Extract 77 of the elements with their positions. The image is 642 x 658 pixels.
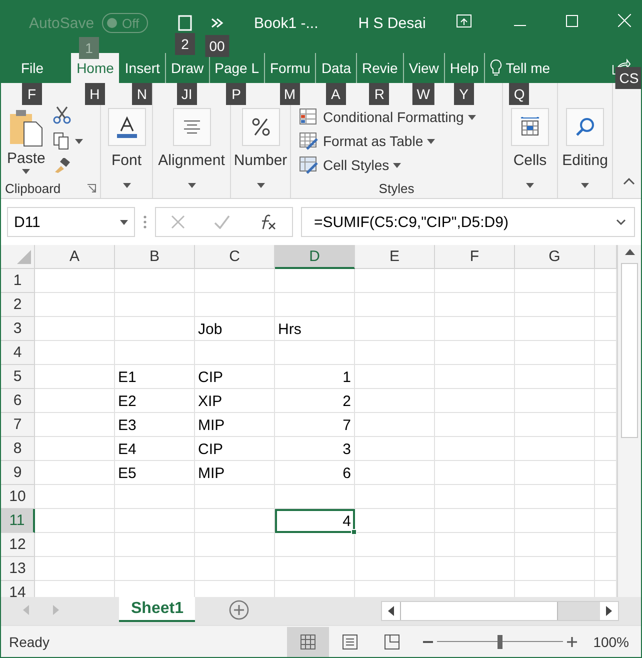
table-cell: 2	[275, 389, 355, 413]
key-tip: A	[326, 83, 346, 105]
row-header[interactable]: 7	[1, 413, 35, 437]
formula-field[interactable]: =SUMIF(C5:C9,"CIP",D5:D9)	[301, 207, 635, 237]
table-cell: XIP	[195, 389, 275, 413]
key-tip: H	[84, 83, 105, 105]
table-cell: Job	[195, 317, 275, 341]
key-tip: 00	[205, 35, 229, 57]
column-header[interactable]: A	[35, 245, 115, 269]
paste-button[interactable]: Paste	[5, 106, 48, 176]
table-cell: E1	[115, 365, 195, 389]
key-tip: M	[280, 83, 300, 105]
ribbon-button[interactable]: Editing	[560, 106, 610, 194]
table-cell: E3	[115, 413, 195, 437]
group-label: Clipboard	[5, 181, 61, 196]
table-cell: E2	[115, 389, 195, 413]
row-header[interactable]: 2	[1, 293, 35, 317]
key-tip: Q	[509, 83, 530, 105]
row-header[interactable]: 6	[1, 389, 35, 413]
formula-text: =SUMIF(C5:C9,"CIP",D5:D9)	[314, 214, 508, 230]
row-header[interactable]: 9	[1, 461, 35, 485]
style-menu-button[interactable]: Format as Table	[297, 130, 498, 152]
table-cell: 6	[275, 461, 355, 485]
key-tip: Y	[454, 83, 474, 105]
status-text: Ready	[9, 634, 50, 650]
key-tip: P	[226, 83, 246, 105]
table-cell: CIP	[195, 437, 275, 461]
column-header[interactable]: G	[515, 245, 595, 269]
row-header[interactable]: 3	[1, 317, 35, 341]
row-header[interactable]: 14	[1, 581, 35, 597]
table-cell: MIP	[195, 413, 275, 437]
key-tip: CS	[615, 67, 641, 89]
row-header[interactable]: 13	[1, 557, 35, 581]
table-cell: 3	[275, 437, 355, 461]
column-header[interactable]: E	[355, 245, 435, 269]
sheet-tab[interactable]: Sheet1	[119, 597, 196, 622]
row-header[interactable]: 10	[1, 485, 35, 509]
group-label: Styles	[378, 181, 414, 196]
user-name: H S Desai	[358, 14, 426, 32]
key-tip: 1	[79, 37, 99, 59]
table-cell: Hrs	[275, 317, 355, 341]
active-cell: 4	[275, 509, 355, 533]
table-cell: MIP	[195, 461, 275, 485]
ribbon-tab[interactable]: Insert	[118, 53, 165, 83]
column-header[interactable]: B	[115, 245, 195, 269]
row-header[interactable]: 4	[1, 341, 35, 365]
ribbon-button[interactable]: Cells	[509, 106, 551, 194]
key-tip: N	[132, 83, 152, 105]
key-tip: JI	[176, 83, 197, 105]
style-menu-button[interactable]: Cell Styles	[297, 154, 498, 176]
column-header[interactable]: F	[435, 245, 515, 269]
table-cell: 1	[275, 365, 355, 389]
key-tip: F	[22, 83, 42, 105]
table-cell: CIP	[195, 365, 275, 389]
row-header[interactable]: 8	[1, 437, 35, 461]
row-header[interactable]: 1	[1, 269, 35, 293]
ribbon-button[interactable]: Number	[232, 106, 290, 194]
key-tip: R	[369, 83, 390, 105]
row-header[interactable]: 12	[1, 533, 35, 557]
table-cell: 7	[275, 413, 355, 437]
key-tip: W	[412, 83, 434, 105]
column-header[interactable]: D	[275, 245, 355, 269]
zoom-level[interactable]: 100%	[593, 634, 629, 650]
autosave-label: AutoSave	[29, 14, 94, 32]
style-menu-button[interactable]: Conditional Formatting	[297, 106, 498, 128]
row-header[interactable]: 11	[1, 509, 35, 533]
key-tip: 2	[175, 33, 196, 55]
table-cell: E4	[115, 437, 195, 461]
column-header[interactable]: C	[195, 245, 275, 269]
name-box[interactable]: D11	[7, 207, 135, 237]
ribbon-tab[interactable]: Home	[70, 53, 119, 83]
ribbon-button[interactable]: Font	[106, 106, 148, 194]
document-title: Book1 -...	[254, 14, 318, 32]
ribbon-button[interactable]: Alignment	[156, 106, 227, 194]
row-header[interactable]: 5	[1, 365, 35, 389]
table-cell: E5	[115, 461, 195, 485]
ribbon-tab[interactable]: File	[15, 53, 49, 83]
